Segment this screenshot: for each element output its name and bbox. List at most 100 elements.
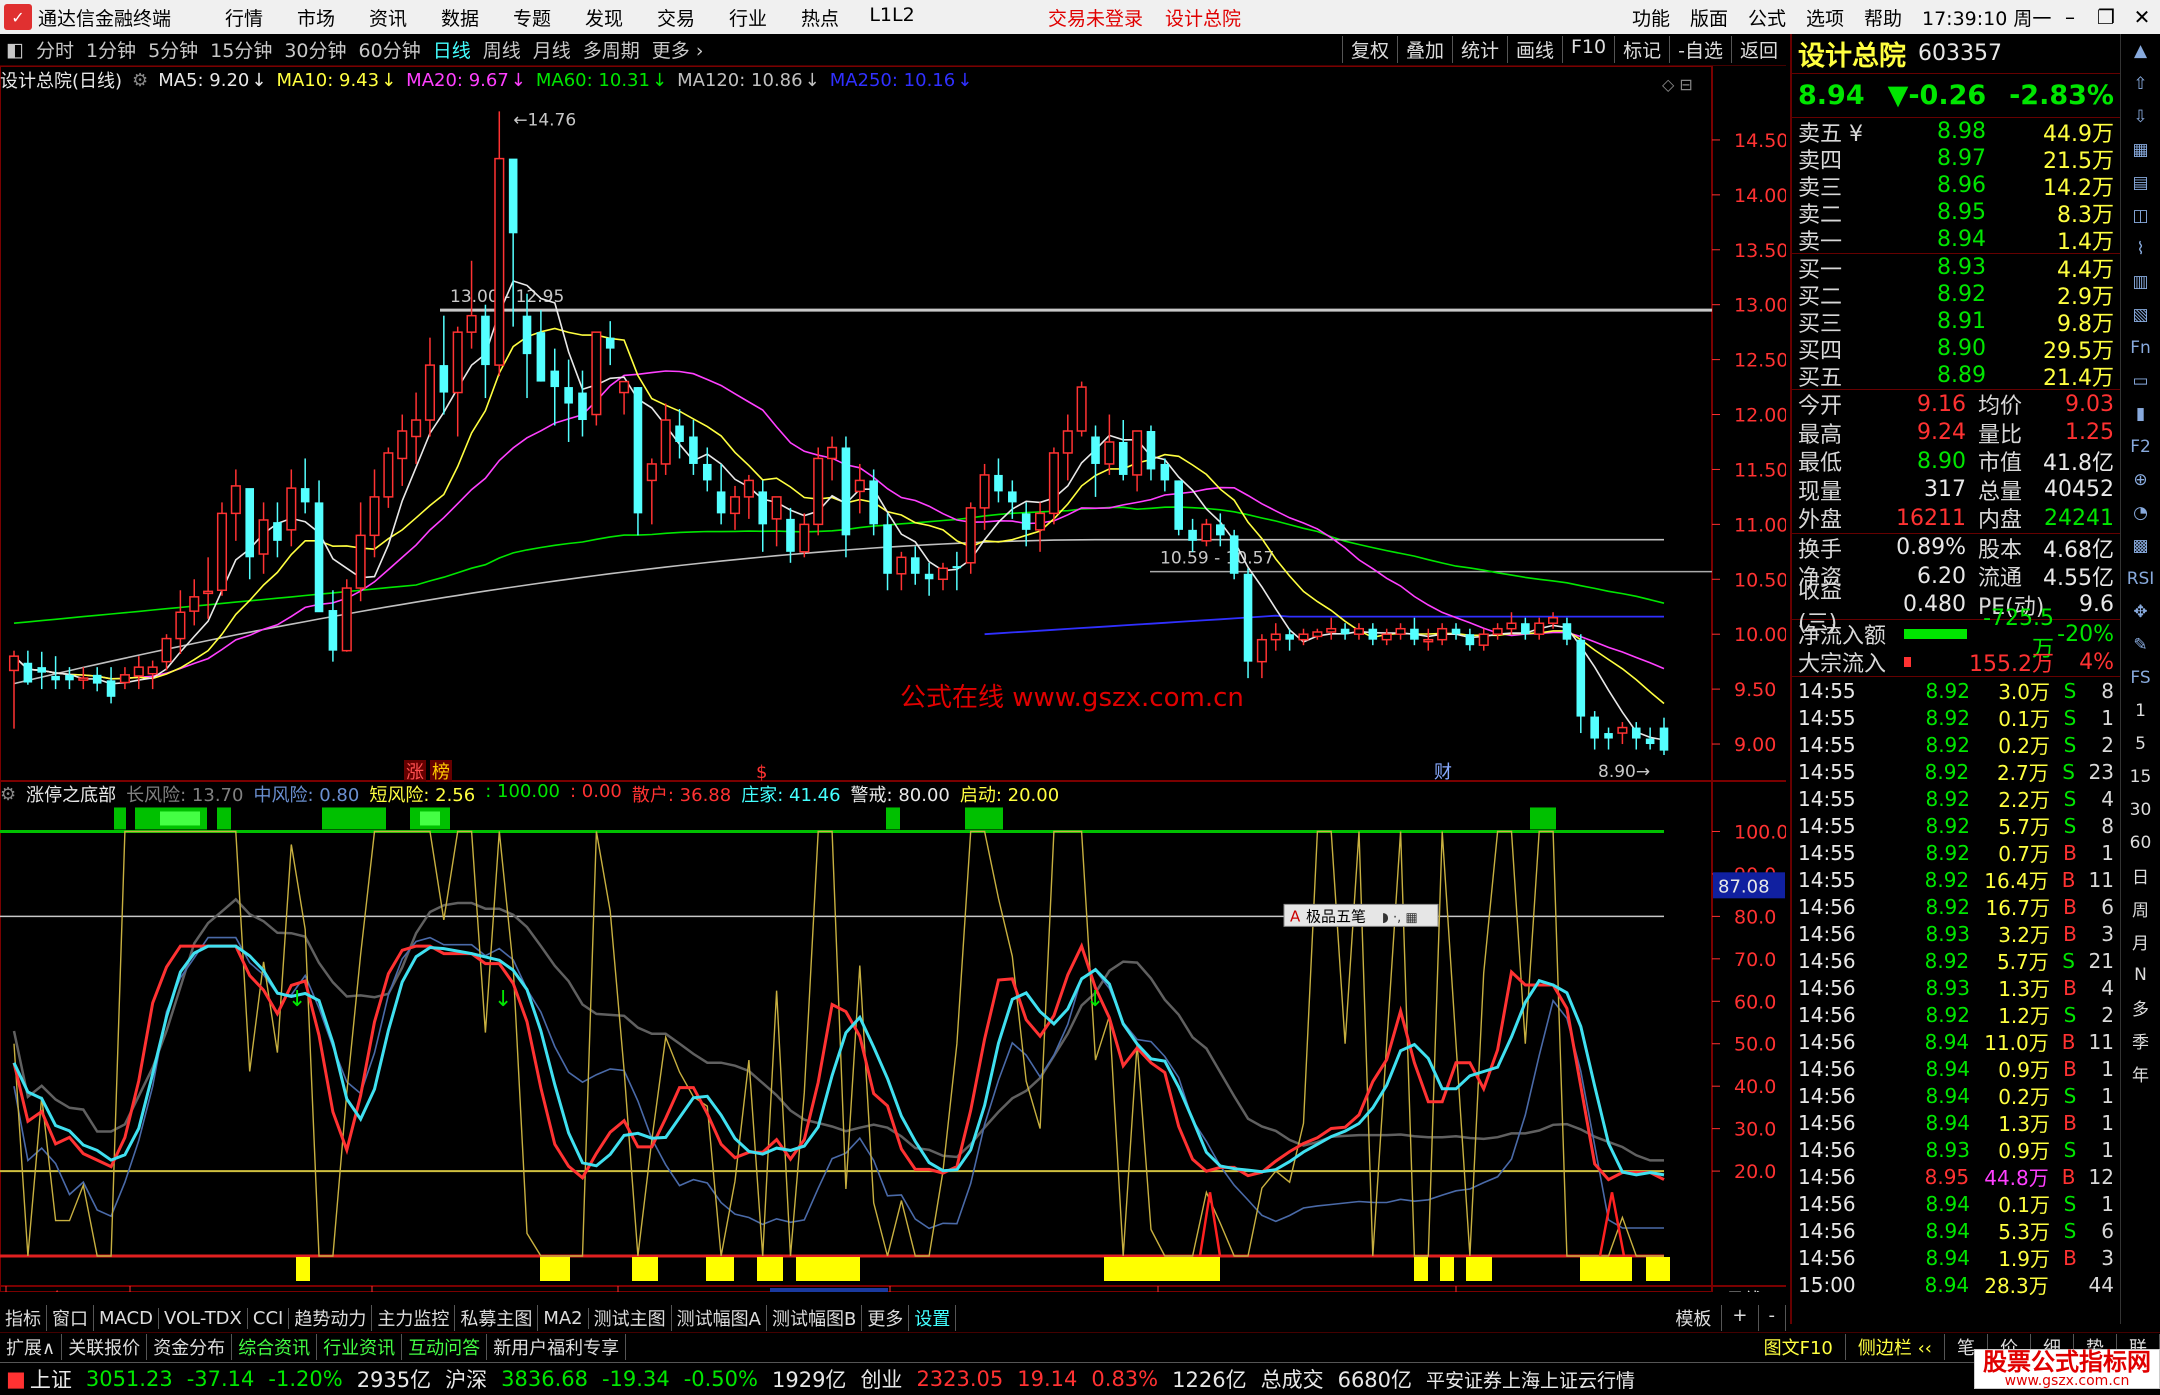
panel-toggle-button[interactable]: 侧边栏 ‹‹ [1846, 1333, 1945, 1360]
chart-tool-button[interactable]: 画线 [1506, 36, 1562, 63]
menu-item[interactable]: 发现 [568, 4, 640, 31]
trade-login-status[interactable]: 交易未登录 [1048, 4, 1143, 31]
period-tab[interactable]: 30分钟 [278, 36, 352, 63]
bid-row[interactable]: 买四 8.90 29.5万 [1792, 335, 2120, 364]
template-button[interactable]: 模板 [1665, 1305, 1723, 1331]
tick-list[interactable]: 14:55 8.92 3.0万 S 8 14:55 8.92 0.1万 S 1 14:55 8.92 0… [1792, 677, 2120, 1299]
template-button[interactable]: - [1759, 1305, 1786, 1331]
period-tab[interactable]: 更多 › [646, 36, 710, 63]
side-tool-icon[interactable]: ▮ [2124, 397, 2158, 430]
side-tool-icon[interactable]: 1 [2124, 694, 2158, 727]
indicator-tab[interactable]: CCI [248, 1307, 290, 1329]
close-icon[interactable]: ✕ [2124, 5, 2160, 29]
indicator-tab[interactable]: MA2 [538, 1307, 589, 1329]
side-tool-icon[interactable]: ⇧ [2124, 67, 2158, 100]
menu-item[interactable]: 数据 [424, 4, 496, 31]
extension-tab[interactable]: 行业资讯 [317, 1333, 403, 1360]
extension-tab[interactable]: 综合资讯 [232, 1333, 318, 1360]
indicator-tab[interactable]: 测试幅图B [767, 1305, 863, 1331]
side-tool-icon[interactable]: Fn [2124, 331, 2158, 364]
indicator-tab[interactable]: 私募主图 [455, 1305, 539, 1331]
side-tool-icon[interactable]: 60 [2124, 826, 2158, 859]
side-tool-icon[interactable]: 日 [2124, 859, 2158, 892]
panel-toggle-button[interactable]: 图文F10 [1752, 1333, 1846, 1360]
period-tab[interactable]: 60分钟 [353, 36, 427, 63]
right-menu-item[interactable]: 版面 [1680, 4, 1738, 31]
indicator-tab[interactable]: VOL-TDX [159, 1307, 248, 1329]
side-tool-icon[interactable]: N [2124, 958, 2158, 991]
side-tool-icon[interactable]: ▩ [2124, 529, 2158, 562]
hs-label[interactable]: 沪深 [445, 1364, 487, 1394]
side-tool-icon[interactable]: FS [2124, 661, 2158, 694]
chart-tool-button[interactable]: 统计 [1451, 36, 1507, 63]
menu-item[interactable]: 行情 [208, 4, 280, 31]
side-tool-icon[interactable]: 5 [2124, 727, 2158, 760]
side-tool-icon[interactable]: ✥ [2124, 595, 2158, 628]
indicator-tab[interactable]: 更多 [862, 1305, 910, 1331]
chart-tool-button[interactable]: 标记 [1614, 36, 1669, 63]
indicator-tab[interactable]: 测试幅图A [672, 1305, 767, 1331]
bid-row[interactable]: 买五 8.89 21.4万 [1792, 362, 2120, 391]
extension-tab[interactable]: 资金分布 [147, 1333, 233, 1360]
side-tool-icon[interactable]: ⊕ [2124, 463, 2158, 496]
period-tab[interactable]: 多周期 [577, 36, 646, 63]
sh-label[interactable]: 上证 [30, 1364, 72, 1394]
period-tab[interactable]: 1分钟 [80, 36, 142, 63]
period-tab[interactable]: 15分钟 [204, 36, 278, 63]
ask-row[interactable]: 卖五 ¥8.98 44.9万 [1792, 118, 2120, 147]
side-tool-icon[interactable]: 月 [2124, 925, 2158, 958]
side-tool-icon[interactable]: 多 [2124, 991, 2158, 1024]
chart-tool-button[interactable]: 叠加 [1396, 36, 1452, 63]
side-tool-icon[interactable]: ▦ [2124, 133, 2158, 166]
side-tool-icon[interactable]: ▧ [2124, 298, 2158, 331]
side-tool-icon[interactable]: ▭ [2124, 364, 2158, 397]
ask-row[interactable]: 卖一 8.94 1.4万 [1792, 226, 2120, 255]
side-tool-icon[interactable]: 15 [2124, 760, 2158, 793]
side-tool-icon[interactable]: ▥ [2124, 265, 2158, 298]
side-tool-icon[interactable]: ◫ [2124, 199, 2158, 232]
side-tool-icon[interactable]: ▲ [2124, 34, 2158, 67]
indicator-tab[interactable]: 指标 [0, 1305, 47, 1331]
side-tool-icon[interactable]: 季 [2124, 1024, 2158, 1057]
menu-item[interactable]: 资讯 [352, 4, 424, 31]
indicator-tab[interactable]: 设置 [909, 1305, 957, 1331]
side-tool-icon[interactable]: ✎ [2124, 628, 2158, 661]
indicator-tab[interactable]: 主力监控 [372, 1305, 456, 1331]
menu-item[interactable]: 行业 [712, 4, 784, 31]
menu-item[interactable]: 交易 [640, 4, 712, 31]
minimize-icon[interactable]: – [2052, 5, 2088, 29]
menu-item[interactable]: 市场 [280, 4, 352, 31]
side-tool-icon[interactable]: ▤ [2124, 166, 2158, 199]
side-tool-icon[interactable]: 年 [2124, 1057, 2158, 1090]
bid-row[interactable]: 买一 8.93 4.4万 [1792, 254, 2120, 283]
right-menu-item[interactable]: 功能 [1622, 4, 1680, 31]
side-tool-icon[interactable]: ⇩ [2124, 100, 2158, 133]
indicator-tab[interactable]: 测试主图 [589, 1305, 672, 1331]
indicator-tab[interactable]: 窗口 [47, 1305, 94, 1331]
side-tool-icon[interactable]: F2 [2124, 430, 2158, 463]
bid-row[interactable]: 买三 8.91 9.8万 [1792, 308, 2120, 337]
side-tool-icon[interactable]: ⌇ [2124, 232, 2158, 265]
ask-row[interactable]: 卖二 8.95 8.3万 [1792, 199, 2120, 228]
right-menu-item[interactable]: 帮助 [1854, 4, 1912, 31]
chart-tool-button[interactable]: F10 [1562, 36, 1614, 63]
right-menu-item[interactable]: 公式 [1738, 4, 1796, 31]
side-tool-icon[interactable]: ◔ [2124, 496, 2158, 529]
menu-item[interactable]: 热点 [784, 4, 856, 31]
chart-tool-button[interactable]: 返回 [1730, 36, 1786, 63]
extension-tab[interactable]: 互动问答 [402, 1333, 488, 1360]
period-tab[interactable]: 月线 [527, 36, 577, 63]
cy-label[interactable]: 创业 [860, 1364, 902, 1394]
side-tool-icon[interactable]: 30 [2124, 793, 2158, 826]
sub-legend-settings-icon[interactable]: ⚙ [0, 784, 16, 805]
period-tab[interactable]: 日线 [427, 36, 477, 63]
menu-item[interactable]: L1L2 [856, 4, 928, 31]
bid-row[interactable]: 买二 8.92 2.9万 [1792, 281, 2120, 310]
kline-chart[interactable]: 14.50 14.00 13.50 13.00 12.50 12.00 11.50 11.00… [0, 66, 1786, 1292]
indicator-tab[interactable]: MACD [94, 1307, 159, 1329]
period-tab[interactable]: 周线 [477, 36, 527, 63]
ask-row[interactable]: 卖四 8.97 21.5万 [1792, 145, 2120, 174]
side-tool-icon[interactable]: RSI [2124, 562, 2158, 595]
template-button[interactable]: + [1722, 1305, 1759, 1331]
indicator-tab[interactable]: 趋势动力 [289, 1305, 373, 1331]
